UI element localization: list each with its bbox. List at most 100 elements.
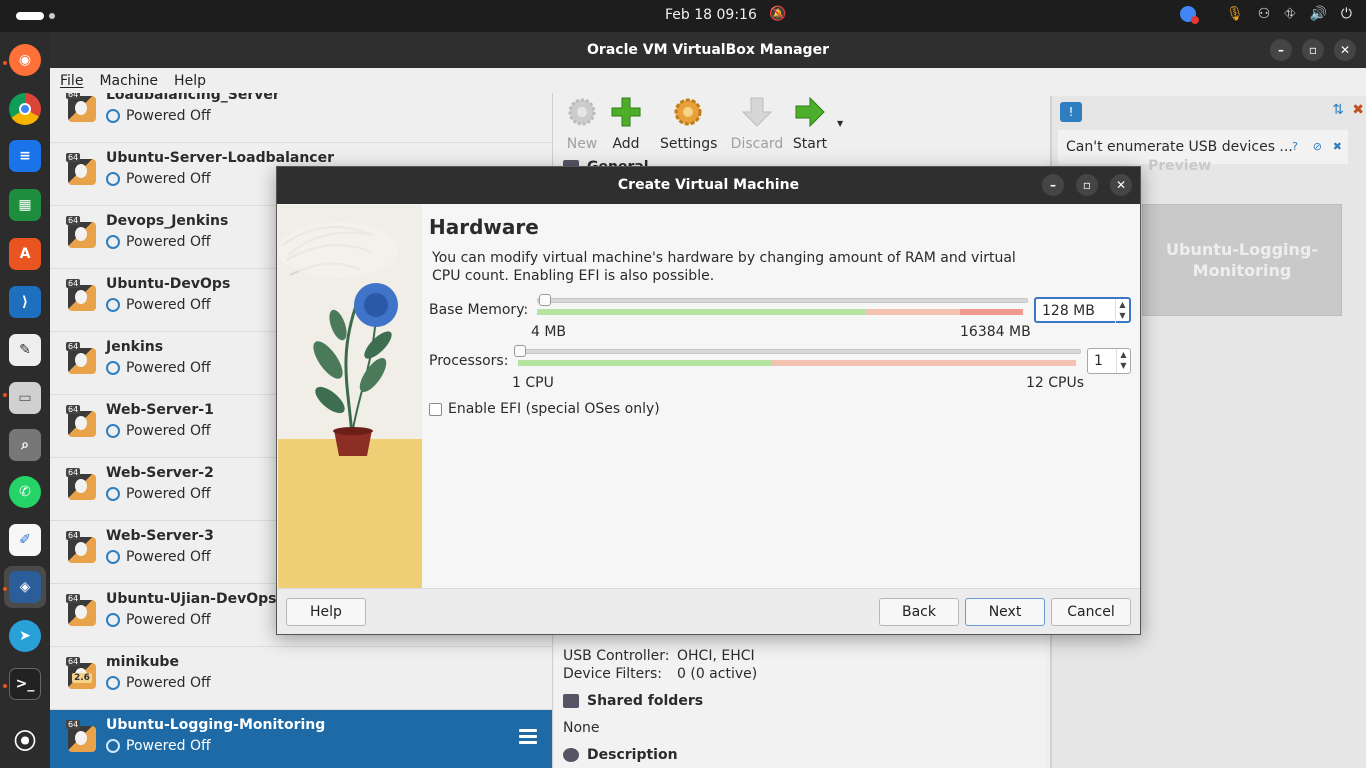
microphone-icon[interactable]: 🎙 <box>1226 6 1244 22</box>
enable-efi-checkbox[interactable] <box>429 403 442 416</box>
next-button[interactable]: Next <box>965 598 1045 626</box>
vm-list-item[interactable]: 64 Loadbalancing_Server Powered Off <box>50 93 552 143</box>
menu-machine[interactable]: Machine <box>99 73 158 89</box>
vm-os-icon: 64 <box>66 279 98 311</box>
text-editor-icon[interactable]: ✎ <box>9 334 41 366</box>
description-icon <box>563 748 579 762</box>
power-off-icon <box>106 550 120 564</box>
close-button[interactable]: ✕ <box>1334 39 1356 61</box>
tux-icon <box>68 159 96 185</box>
system-tray[interactable]: 🎙 ⚇ ⛗ 🔊 ⏻ <box>1179 6 1352 24</box>
tux-icon <box>68 474 96 500</box>
chrome-tray-icon[interactable] <box>1179 6 1199 24</box>
back-button[interactable]: Back <box>879 598 959 626</box>
vm-name: Jenkins <box>106 339 164 355</box>
maximize-button[interactable]: ▫ <box>1302 39 1324 61</box>
cancel-button[interactable]: Cancel <box>1051 598 1131 626</box>
tux-icon <box>68 285 96 311</box>
dialog-close-button[interactable]: ✕ <box>1110 174 1132 196</box>
firefox-icon[interactable]: ◉ <box>9 44 41 76</box>
mute-icon[interactable]: ⊘ <box>1313 130 1322 164</box>
base-memory-slider[interactable] <box>537 298 1028 303</box>
vm-name: Web-Server-2 <box>106 465 214 481</box>
base-memory-slider-handle[interactable] <box>538 294 551 306</box>
power-off-icon <box>106 676 120 690</box>
dismiss-all-icon[interactable]: ✖ <box>1352 102 1364 118</box>
running-indicator <box>3 393 7 397</box>
arch-badge: 64 <box>66 531 81 540</box>
virtualbox-icon[interactable]: ◈ <box>9 571 41 603</box>
minimize-button[interactable]: – <box>1270 39 1292 61</box>
settings-button[interactable]: Settings <box>660 93 717 152</box>
power-icon[interactable]: ⏻ <box>1341 6 1352 22</box>
vm-state-label: Powered Off <box>126 423 211 439</box>
new-gear-icon <box>568 98 596 126</box>
shared-folders-head[interactable]: Shared folders <box>563 693 703 709</box>
new-button[interactable]: New <box>557 93 607 152</box>
vm-state-label: Powered Off <box>126 297 211 313</box>
processors-label: Processors: <box>429 353 509 369</box>
tux-icon <box>68 96 96 122</box>
window-titlebar[interactable]: Oracle VM VirtualBox Manager – ▫ ✕ <box>50 32 1366 68</box>
create-vm-dialog: Create Virtual Machine – ▫ ✕ Hardware Yo… <box>276 166 1141 635</box>
telegram-icon[interactable]: ➤ <box>9 620 41 652</box>
dialog-minimize-button[interactable]: – <box>1042 174 1064 196</box>
vm-list-item[interactable]: 64 2.6 minikube Powered Off <box>50 647 552 710</box>
base-memory-spinbox[interactable]: 128 MB ▲ ▼ <box>1034 297 1131 323</box>
vm-list-item[interactable]: 64 Ubuntu-Logging-Monitoring Powered Off <box>50 710 552 768</box>
help-button[interactable]: Help <box>286 598 366 626</box>
power-off-icon <box>106 172 120 186</box>
device-filters-value: 0 (0 active) <box>677 666 758 682</box>
arch-badge: 64 <box>66 216 81 225</box>
close-notice-icon[interactable]: ✖ <box>1333 130 1342 164</box>
whatsapp-icon[interactable]: ✆ <box>9 476 41 508</box>
accessibility-icon[interactable]: ⚇ <box>1258 6 1271 22</box>
vm-state-label: Powered Off <box>126 675 211 691</box>
vm-details-menu-icon[interactable] <box>511 726 537 750</box>
show-apps-icon[interactable]: ⦿ <box>9 724 41 756</box>
device-filters-label: Device Filters: <box>563 666 663 682</box>
sort-icon[interactable]: ⇅ <box>1332 102 1344 118</box>
vm-state-label: Powered Off <box>126 108 211 124</box>
vm-os-icon: 64 <box>66 342 98 374</box>
add-label: Add <box>612 136 640 152</box>
power-off-icon <box>106 613 120 627</box>
spinbox-arrows[interactable]: ▲ ▼ <box>1115 299 1129 323</box>
writer-icon[interactable]: ≡ <box>9 140 41 172</box>
processors-slider-handle[interactable] <box>514 345 526 357</box>
vm-state: Powered Off <box>106 549 211 565</box>
tux-icon <box>68 600 96 626</box>
terminal-icon[interactable]: >_ <box>9 668 41 700</box>
description-head[interactable]: Description <box>563 747 678 763</box>
vscode-icon[interactable]: ⟩ <box>9 286 41 318</box>
shared-folders-label: Shared folders <box>587 693 704 709</box>
calc-icon[interactable]: ▦ <box>9 189 41 221</box>
network-icon[interactable]: ⛗ <box>1284 6 1295 22</box>
add-button[interactable]: Add <box>601 93 651 152</box>
enable-efi-label[interactable]: Enable EFI (special OSes only) <box>448 401 660 417</box>
start-dropdown-icon[interactable]: ▼ <box>837 119 843 128</box>
menu-file[interactable]: File <box>60 73 83 89</box>
help-icon[interactable]: ? <box>1292 130 1298 164</box>
processors-spinbox[interactable]: 1 ▲ ▼ <box>1087 348 1131 374</box>
activities-indicator[interactable] <box>16 12 44 20</box>
notifications-muted-icon[interactable]: 🔕 <box>769 6 786 22</box>
spinbox-arrows[interactable]: ▲ ▼ <box>1116 349 1130 373</box>
clock[interactable]: Feb 18 09:16 <box>665 7 757 23</box>
discard-button[interactable]: Discard <box>729 93 785 152</box>
processors-slider[interactable] <box>518 349 1081 354</box>
usb-controller-label: USB Controller: <box>563 648 670 664</box>
message-icon[interactable]: ! <box>1060 102 1082 122</box>
dialog-maximize-button[interactable]: ▫ <box>1076 174 1098 196</box>
chrome-icon[interactable] <box>9 93 41 125</box>
menu-help[interactable]: Help <box>174 73 206 89</box>
notes-icon[interactable]: ✐ <box>9 524 41 556</box>
arch-badge: 64 <box>66 93 81 99</box>
dialog-titlebar[interactable]: Create Virtual Machine – ▫ ✕ <box>277 167 1140 204</box>
app-center-icon[interactable]: A <box>9 238 41 270</box>
start-button[interactable]: Start <box>785 93 835 152</box>
volume-icon[interactable]: 🔊 <box>1309 6 1326 22</box>
search-tool-icon[interactable]: ⌕ <box>9 429 41 461</box>
files-icon[interactable]: ▭ <box>9 382 41 414</box>
arch-badge: 64 <box>66 720 81 729</box>
